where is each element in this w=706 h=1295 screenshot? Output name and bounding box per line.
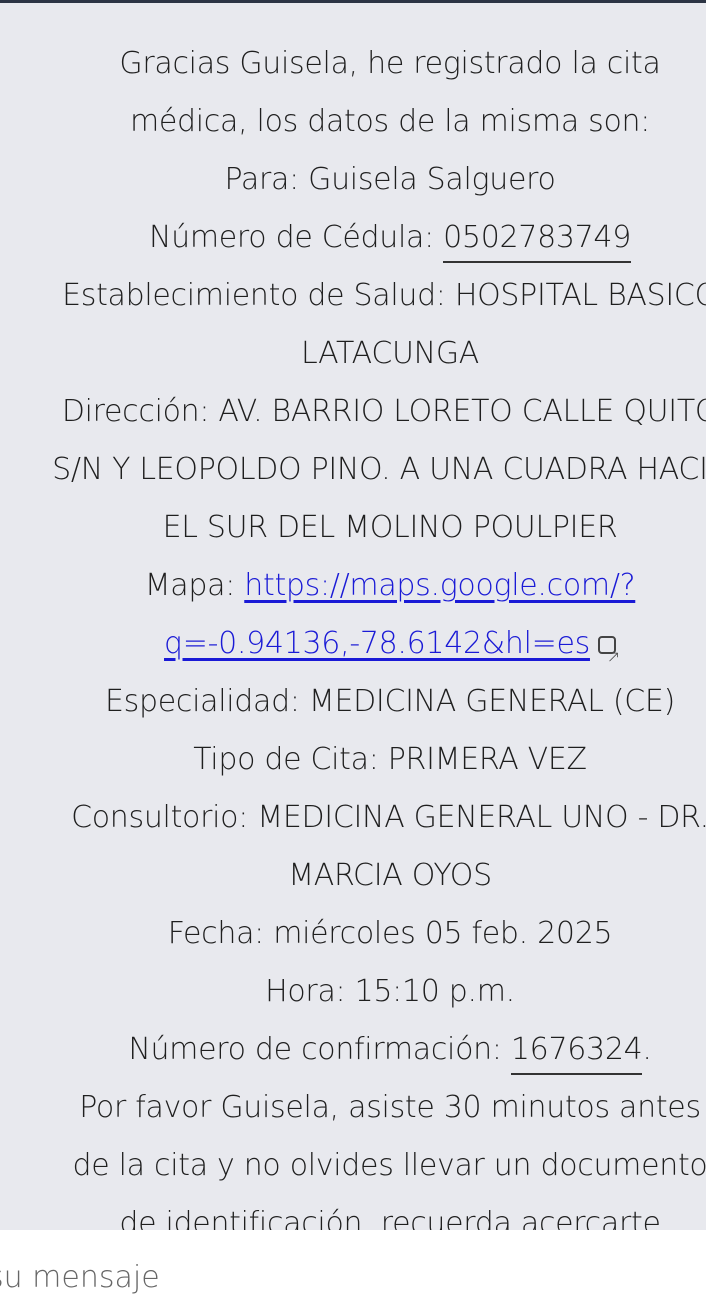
message-line: Dirección: AV. BARRIO LORETO CALLE QUITO [61,394,706,429]
message-line: Tipo de Cita: PRIMERA VEZ [193,742,587,777]
cedula-line: Número de Cédula: 0502783749 [10,209,706,267]
external-link-icon[interactable] [597,628,620,686]
message-line: S/N Y LEOPOLDO PINO. A UNA CUADRA HACIA [52,452,706,487]
message-line: de identificación, recuerda acercarte [119,1206,661,1230]
message-input-placeholder[interactable]: su mensaje [0,1260,160,1295]
message-line: médica, los datos de la misma son: [129,104,651,139]
map-line-2: q=-0.94136,-78.6142&hl=es [10,615,706,686]
message-line: LATACUNGA [300,336,479,371]
message-line: EL SUR DEL MOLINO POULPIER [162,510,618,545]
confirmation-line: Número de confirmación: 1676324. [10,1021,706,1079]
confirmation-number[interactable]: 1676324 [510,1032,643,1075]
period: . [642,1032,652,1067]
message-line: Por favor Guisela, asiste 30 minutos ant… [79,1090,701,1125]
message-line: Para: Guisela Salguero [224,162,556,197]
message-line: de la cita y no olvides llevar un docume… [72,1148,706,1183]
message-line: Establecimiento de Salud: HOSPITAL BASIC… [62,278,706,313]
cedula-label: Número de Cédula: [148,220,444,255]
message-line: Gracias Guisela, he registrado la cita [119,46,661,81]
chat-message-bubble: Gracias Guisela, he registrado la cita m… [0,0,706,1230]
message-composer[interactable]: su mensaje [0,1230,706,1295]
message-line: Fecha: miércoles 05 feb. 2025 [167,916,613,951]
message-line: Especialidad: MEDICINA GENERAL (CE) [105,684,675,719]
confirmation-label: Número de confirmación: [128,1032,511,1067]
cedula-number[interactable]: 0502783749 [443,220,631,263]
map-line: Mapa: https://maps.google.com/? [10,557,706,615]
map-link-continued[interactable]: q=-0.94136,-78.6142&hl=es [164,626,590,661]
message-line: MARCIA OYOS [288,858,492,893]
message-line: Hora: 15:10 p.m. [265,974,515,1009]
message-line: Consultorio: MEDICINA GENERAL UNO - DR. [71,800,706,835]
message-text: Gracias Guisela, he registrado la cita m… [10,35,706,1230]
map-label: Mapa: [144,568,245,603]
map-link[interactable]: https://maps.google.com/? [244,568,635,603]
